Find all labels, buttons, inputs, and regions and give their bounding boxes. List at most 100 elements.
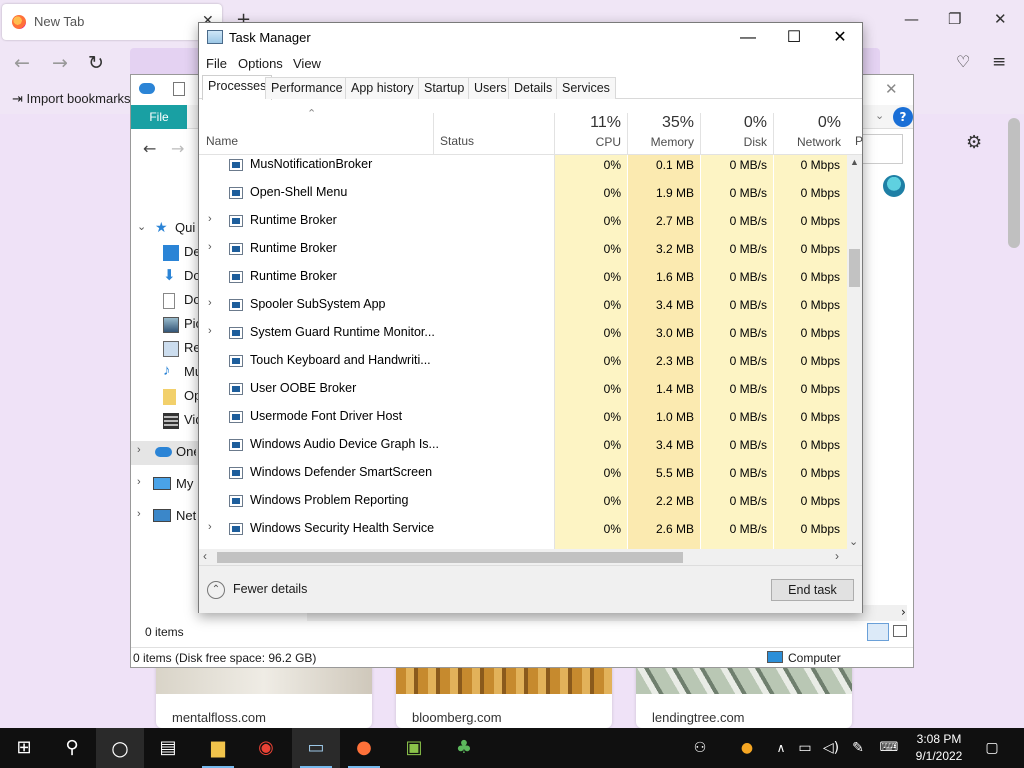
chevron-up-circle-icon[interactable]: ⌃: [207, 581, 225, 599]
tree-item-documents[interactable]: Documents: [131, 289, 204, 313]
restore-icon[interactable]: ❐: [948, 10, 961, 28]
table-row[interactable]: › System Guard Runtime Monitor... 0% 3.0 MB…: [199, 319, 847, 347]
import-bookmarks-link[interactable]: ⇥ Import bookmarks...: [12, 91, 141, 107]
tab-users[interactable]: Users: [468, 77, 513, 99]
column-divider[interactable]: [433, 113, 434, 155]
minimize-icon[interactable]: —: [904, 10, 919, 28]
firefox-tab[interactable]: New Tab ✕: [2, 4, 222, 40]
keyboard-icon[interactable]: ⌨: [874, 728, 904, 768]
table-row[interactable]: › Spooler SubSystem App 0% 3.4 MB 0 MB/s 0 Mb…: [199, 291, 847, 319]
search-button[interactable]: ⚲: [48, 728, 96, 768]
explorer-close-icon[interactable]: ✕: [885, 80, 898, 98]
column-cpu[interactable]: 11% CPU: [555, 99, 627, 155]
tree-item-quick-access[interactable]: ⌄ ★ Quick access: [131, 217, 201, 241]
reload-icon[interactable]: ↻: [88, 52, 104, 74]
end-task-button[interactable]: End task: [771, 579, 854, 601]
cortana-button[interactable]: ○: [96, 728, 144, 768]
table-row[interactable]: Touch Keyboard and Handwriti... 0% 2.3 MB 0…: [199, 347, 847, 375]
vscroll-thumb[interactable]: [849, 249, 860, 287]
tree-item-desktop[interactable]: Desktop: [131, 241, 204, 265]
expand-chevron-icon[interactable]: ›: [208, 213, 212, 225]
table-row[interactable]: Windows Defender SmartScreen 0% 5.5 MB 0 MB…: [199, 459, 847, 487]
tree-item-onedrive[interactable]: › OneDrive: [131, 441, 201, 465]
properties-icon[interactable]: [173, 82, 185, 96]
expand-chevron-icon[interactable]: ›: [208, 297, 212, 309]
large-icons-view-icon[interactable]: [893, 625, 907, 637]
task-view-button[interactable]: ▤: [144, 728, 192, 768]
table-row[interactable]: Windows Problem Reporting 0% 2.2 MB 0 MB/s 0…: [199, 487, 847, 515]
file-ribbon-tab[interactable]: File: [131, 105, 187, 129]
table-row[interactable]: User OOBE Broker 0% 1.4 MB 0 MB/s 0 Mbps: [199, 375, 847, 403]
column-status[interactable]: Status: [440, 134, 474, 148]
details-view-icon[interactable]: [867, 623, 889, 641]
tree-item-videos[interactable]: Videos: [131, 409, 204, 433]
forward-icon[interactable]: →: [52, 52, 68, 74]
notepad-taskbar-button[interactable]: ▣: [390, 728, 438, 768]
collapse-chevron-icon[interactable]: ⌄: [137, 220, 146, 233]
tree-item-my-computer[interactable]: › My Computer: [131, 473, 201, 497]
menu-view[interactable]: View: [293, 56, 321, 71]
firefox-taskbar-button[interactable]: ●: [340, 728, 388, 768]
minimize-icon[interactable]: —: [725, 25, 771, 51]
start-button[interactable]: ⊞: [0, 728, 48, 768]
file-explorer-taskbar-button[interactable]: ▆: [194, 728, 242, 768]
expand-chevron-icon[interactable]: ›: [137, 444, 141, 456]
tab-processes[interactable]: Processes: [202, 75, 273, 100]
table-row[interactable]: MusNotificationBroker 0% 0.1 MB 0 MB/s 0 Mbp…: [199, 155, 847, 179]
scroll-up-icon[interactable]: ▲: [850, 157, 859, 167]
table-row[interactable]: Open-Shell Menu 0% 1.9 MB 0 MB/s 0 Mbps: [199, 179, 847, 207]
tree-item-pictures[interactable]: Pictures: [131, 313, 204, 337]
scroll-right-icon[interactable]: ›: [901, 605, 906, 619]
close-icon[interactable]: ✕: [994, 10, 1007, 28]
explorer-back-icon[interactable]: ←: [143, 139, 156, 158]
scroll-down-icon[interactable]: ⌄: [849, 535, 858, 548]
expand-chevron-icon[interactable]: ›: [137, 476, 141, 488]
close-icon[interactable]: ✕: [817, 25, 863, 51]
status-orange-icon[interactable]: ●: [734, 728, 760, 768]
expand-chevron-icon[interactable]: ›: [208, 521, 212, 533]
back-icon[interactable]: ←: [14, 52, 30, 74]
table-row[interactable]: › Runtime Broker 0% 2.7 MB 0 MB/s 0 Mbps: [199, 207, 847, 235]
settings-gear-icon[interactable]: ⚙: [966, 132, 982, 153]
menu-file[interactable]: File: [206, 56, 227, 71]
tab-services[interactable]: Services: [556, 77, 616, 99]
table-row[interactable]: › Windows Security Health Service 0% 2.6 MB…: [199, 515, 847, 543]
column-name[interactable]: Name: [206, 134, 238, 148]
scroll-right-icon[interactable]: ›: [835, 549, 839, 563]
menu-options[interactable]: Options: [238, 56, 283, 71]
table-row[interactable]: Runtime Broker 0% 1.6 MB 0 MB/s 0 Mbps: [199, 263, 847, 291]
column-network[interactable]: 0% Network: [774, 99, 847, 155]
column-disk[interactable]: 0% Disk: [701, 99, 773, 155]
tree-item-music[interactable]: ♪ Music: [131, 361, 204, 385]
column-memory[interactable]: 35% Memory: [628, 99, 700, 155]
tab-app-history[interactable]: App history: [345, 77, 420, 99]
explorer-forward-icon[interactable]: →: [171, 139, 184, 158]
process-list-vscrollbar[interactable]: ▲ ⌄: [847, 155, 862, 549]
task-manager-titlebar[interactable]: Task Manager — ☐ ✕: [199, 23, 862, 53]
pen-icon[interactable]: ✎: [848, 728, 868, 768]
maximize-icon[interactable]: ☐: [771, 25, 817, 51]
people-icon[interactable]: ⚇: [686, 728, 714, 768]
hscroll-thumb[interactable]: [217, 552, 683, 563]
column-power-truncated[interactable]: P: [855, 134, 863, 148]
tab-details[interactable]: Details: [508, 77, 559, 99]
network-tray-icon[interactable]: ▭: [796, 728, 814, 768]
task-manager-taskbar-button[interactable]: ▭: [292, 728, 340, 768]
tree-item-network[interactable]: › Network: [131, 505, 201, 529]
fewer-details-link[interactable]: Fewer details: [233, 582, 307, 596]
firefox-scroll-thumb[interactable]: [1008, 118, 1020, 248]
pocket-icon[interactable]: ♡: [956, 52, 970, 71]
tab-performance[interactable]: Performance: [265, 77, 349, 99]
expand-chevron-icon[interactable]: ›: [208, 325, 212, 337]
volume-icon[interactable]: ◁): [820, 728, 842, 768]
show-hidden-icons-chevron[interactable]: ∧: [772, 728, 790, 768]
tree-item-downloads[interactable]: ⬇ Downloads: [131, 265, 204, 289]
system-clock[interactable]: 3:08 PM 9/1/2022: [906, 731, 972, 765]
tab-startup[interactable]: Startup: [418, 77, 471, 99]
tree-item-open-shell[interactable]: Open-Shell: [131, 385, 204, 409]
help-icon[interactable]: ?: [893, 107, 913, 127]
notification-icon[interactable]: ▢: [980, 728, 1004, 768]
table-row[interactable]: › Runtime Broker 0% 3.2 MB 0 MB/s 0 Mbps: [199, 235, 847, 263]
table-row[interactable]: Usermode Font Driver Host 0% 1.0 MB 0 MB/s 0…: [199, 403, 847, 431]
expand-ribbon-icon[interactable]: ⌄: [875, 109, 884, 122]
